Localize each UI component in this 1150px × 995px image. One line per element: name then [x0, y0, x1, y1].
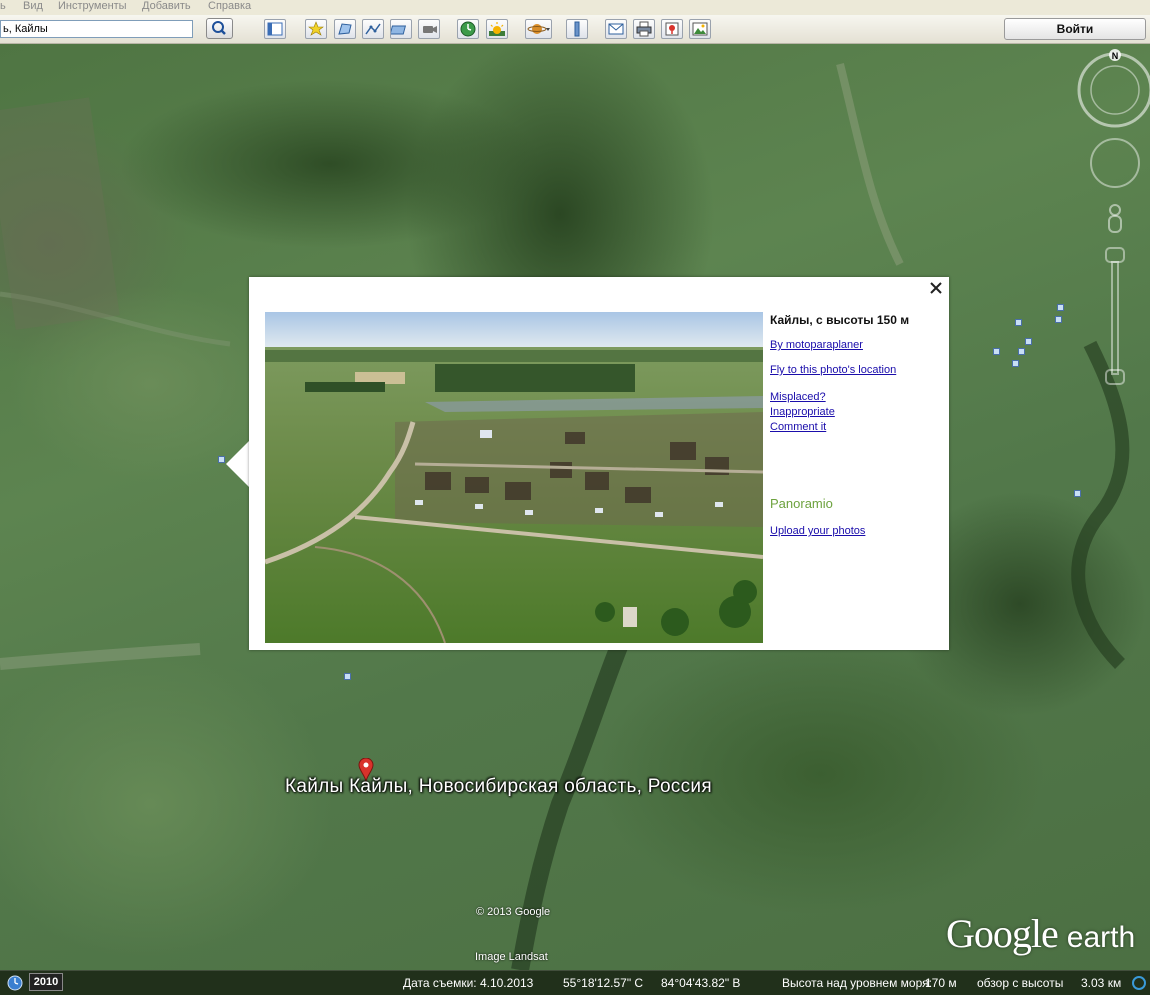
logo-earth: earth: [1066, 921, 1136, 954]
sidebar-toggle-button[interactable]: [264, 19, 286, 39]
status-bar: 2010 Дата съемки: 4.10.2013 55°18'12.57"…: [0, 970, 1150, 995]
image-overlay-icon: [389, 25, 407, 35]
zoom-slider[interactable]: [1105, 247, 1125, 385]
close-icon: [930, 282, 942, 294]
sign-in-button[interactable]: Войти: [1004, 18, 1146, 40]
sunlight-button[interactable]: [486, 19, 508, 39]
save-image-icon: [692, 22, 708, 36]
photo-marker[interactable]: [1025, 338, 1032, 345]
balloon-pointer: [226, 440, 250, 488]
imagery-date: Дата съемки: 4.10.2013: [403, 976, 534, 990]
print-button[interactable]: [633, 19, 655, 39]
elevation-value: 170 м: [925, 976, 957, 990]
misplaced-link[interactable]: Misplaced?: [770, 391, 826, 403]
fly-to-location-link[interactable]: Fly to this photo's location: [770, 364, 896, 376]
close-button[interactable]: [929, 280, 943, 298]
record-tour-button[interactable]: [418, 19, 440, 39]
email-button[interactable]: [605, 19, 627, 39]
save-image-button[interactable]: [689, 19, 711, 39]
print-icon: [636, 21, 652, 37]
comment-link[interactable]: Comment it: [770, 421, 826, 433]
compass-north-label: N: [1112, 51, 1119, 61]
menu-help[interactable]: Справка: [208, 0, 251, 13]
menu-bar: ь Вид Инструменты Добавить Справка: [0, 0, 1150, 16]
panoramio-photo[interactable]: [265, 312, 763, 643]
placemark-label[interactable]: Кайлы Кайлы, Новосибирская область, Росс…: [285, 776, 712, 798]
eye-altitude-label: обзор с высоты: [977, 976, 1064, 990]
imagery-year-badge[interactable]: 2010: [29, 973, 63, 991]
navigation-controls: N: [1075, 48, 1150, 398]
menu-file[interactable]: ь: [0, 0, 6, 13]
photo-marker[interactable]: [1015, 319, 1022, 326]
elevation-label: Высота над уровнем моря:: [782, 976, 932, 990]
copyright-text: © 2013 Google: [476, 906, 551, 918]
latitude: 55°18'12.57" С: [563, 976, 644, 990]
photo-marker[interactable]: [1018, 348, 1025, 355]
navigation-controls-graphic: N: [1077, 49, 1150, 385]
menu-tools[interactable]: Инструменты: [58, 0, 127, 13]
photo-marker[interactable]: [1074, 490, 1081, 497]
historical-imagery-icon[interactable]: [6, 974, 24, 992]
photo-marker[interactable]: [993, 348, 1000, 355]
streaming-progress-icon: [1132, 976, 1146, 990]
sunlight-icon: [489, 22, 505, 36]
search-input[interactable]: ь, Кайлы: [0, 20, 193, 38]
aerial-village-photo: [265, 312, 763, 643]
photo-title: Кайлы, с высоты 150 м: [770, 313, 910, 327]
search-button[interactable]: [206, 18, 233, 39]
inappropriate-link[interactable]: Inappropriate: [770, 406, 835, 418]
eye-altitude-value: 3.03 км: [1081, 976, 1122, 990]
record-tour-icon: [423, 26, 437, 33]
add-path-button[interactable]: [362, 19, 384, 39]
longitude: 84°04'43.82" В: [661, 976, 741, 990]
historical-imagery-button[interactable]: [457, 19, 479, 39]
photo-marker[interactable]: [1055, 316, 1062, 323]
street-view-pegman-icon[interactable]: [1108, 204, 1122, 233]
logo-google: Google: [946, 911, 1059, 956]
placemark-icon: [308, 21, 324, 36]
ruler-icon: [574, 21, 580, 37]
look-joystick[interactable]: [1090, 138, 1140, 188]
google-earth-logo: Google earth: [946, 910, 1135, 957]
imagery-credit: Image Landsat: [475, 951, 548, 963]
ruler-button[interactable]: [566, 19, 588, 39]
menu-add[interactable]: Добавить: [142, 0, 191, 13]
photo-balloon: Кайлы, с высоты 150 м By motoparaplaner …: [249, 277, 949, 650]
author-link[interactable]: By motoparaplaner: [770, 339, 863, 351]
sidebar-toggle-icon: [267, 22, 283, 36]
add-placemark-button[interactable]: [305, 19, 327, 39]
polygon-icon: [338, 23, 352, 35]
planets-icon: [527, 24, 550, 34]
photo-marker[interactable]: [344, 673, 351, 680]
photo-marker[interactable]: [1012, 360, 1019, 367]
add-image-overlay-button[interactable]: [389, 19, 412, 39]
path-icon: [365, 23, 381, 35]
switch-planet-button[interactable]: [525, 19, 552, 39]
upload-photos-link[interactable]: Upload your photos: [770, 525, 865, 537]
photo-marker[interactable]: [218, 456, 225, 463]
google-maps-icon: [665, 22, 679, 36]
search-icon: [212, 21, 226, 35]
compass-ring[interactable]: N: [1077, 49, 1150, 128]
panoramio-logo[interactable]: Panoramio: [770, 496, 833, 511]
historical-imagery-icon: [460, 21, 476, 37]
email-icon: [608, 23, 624, 35]
menu-view[interactable]: Вид: [23, 0, 43, 13]
google-maps-button[interactable]: [661, 19, 683, 39]
photo-marker[interactable]: [1057, 304, 1064, 311]
toolbar: ь, Кайлы Войти: [0, 15, 1150, 44]
add-polygon-button[interactable]: [334, 19, 356, 39]
